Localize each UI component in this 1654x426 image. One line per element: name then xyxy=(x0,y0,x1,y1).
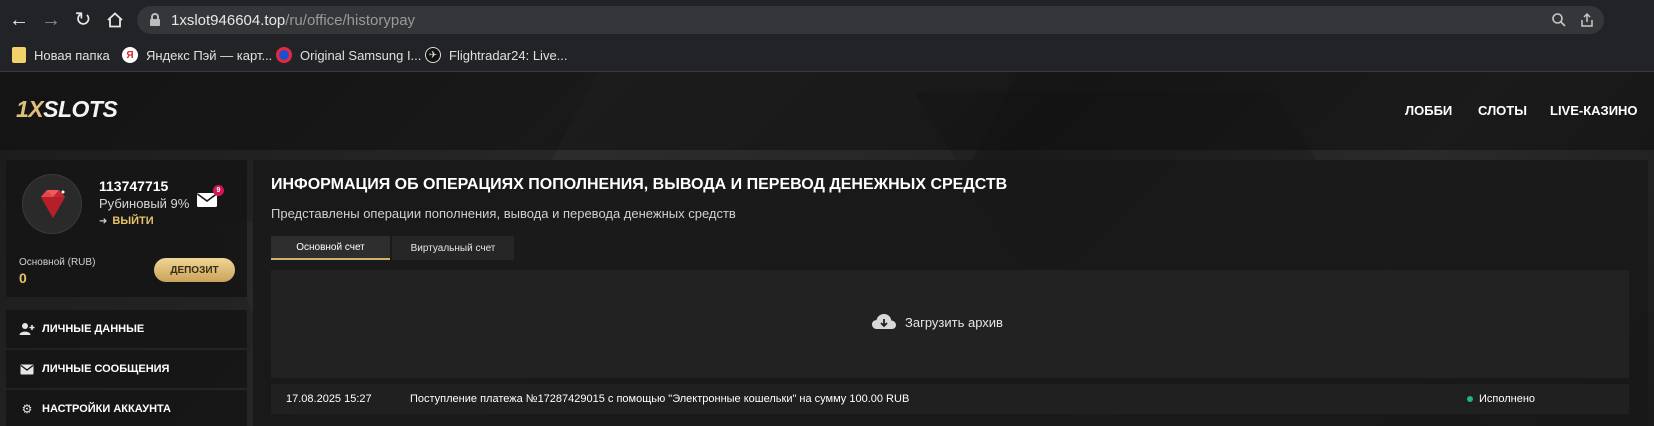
logout-label: ВЫЙТИ xyxy=(112,215,154,227)
status-dot-icon xyxy=(1467,396,1473,402)
nav-slots[interactable]: СЛОТЫ xyxy=(1478,103,1527,118)
browser-toolbar: ← → ↻ 1xslot946604.top/ru/office/history… xyxy=(0,0,1654,38)
address-bar[interactable]: 1xslot946604.top/ru/office/historypay xyxy=(137,6,1604,34)
sidebar-item-account-settings[interactable]: ⚙ НАСТРОЙКИ АККАУНТА xyxy=(6,390,247,426)
logout-button[interactable]: ➜ ВЫЙТИ xyxy=(99,215,154,227)
reload-icon[interactable]: ↻ xyxy=(71,8,95,32)
sidebar-item-label: НАСТРОЙКИ АККАУНТА xyxy=(42,403,171,415)
deposit-button[interactable]: ДЕПОЗИТ xyxy=(154,258,235,282)
lock-icon xyxy=(150,13,160,26)
load-archive-button[interactable]: Загрузить архив xyxy=(871,312,1003,332)
forward-icon[interactable]: → xyxy=(39,8,63,32)
gears-icon: ⚙ xyxy=(21,402,33,416)
sidebar-item-personal-data[interactable]: ЛИЧНЫЕ ДАННЫЕ xyxy=(6,310,247,348)
site-content: 1XSLOTS ЛОББИ СЛОТЫ LIVE-КАЗИНО 11374771… xyxy=(0,72,1654,426)
bookmark-item[interactable]: Новая папка xyxy=(12,46,110,64)
share-icon[interactable] xyxy=(1578,11,1596,29)
sidebar-item-label: ЛИЧНЫЕ СООБЩЕНИЯ xyxy=(42,363,170,375)
status-badge: Исполнено xyxy=(1467,393,1535,405)
folder-icon xyxy=(12,47,26,63)
flightradar-icon: ✈ xyxy=(425,47,441,63)
load-archive-label: Загрузить архив xyxy=(905,314,1003,330)
user-plus-icon xyxy=(19,321,35,337)
bookmark-item[interactable]: ✈ Flightradar24: Live... xyxy=(425,46,568,64)
bookmark-label: Яндекс Пэй — карт... xyxy=(146,47,273,63)
cloud-download-icon xyxy=(872,314,896,329)
home-icon[interactable] xyxy=(103,8,127,32)
site-logo[interactable]: 1XSLOTS xyxy=(16,96,118,123)
yandex-icon: Я xyxy=(122,47,138,63)
profile-card: 113747715 Рубиновый 9% ➜ ВЫЙТИ 9 Основно… xyxy=(6,160,247,297)
sidebar-item-label: ЛИЧНЫЕ ДАННЫЕ xyxy=(42,323,145,335)
sidebar-item-messages[interactable]: ЛИЧНЫЕ СООБЩЕНИЯ xyxy=(6,350,247,388)
nav-lobby[interactable]: ЛОББИ xyxy=(1405,103,1452,118)
bookmark-label: Новая папка xyxy=(34,47,110,63)
avatar xyxy=(22,174,82,234)
ruby-icon xyxy=(41,190,65,218)
zoom-icon[interactable] xyxy=(1550,11,1568,29)
transaction-date: 17.08.2025 15:27 xyxy=(286,393,372,405)
back-icon[interactable]: ← xyxy=(7,8,31,32)
bookmarks-bar: Новая папка Я Яндекс Пэй — карт... Origi… xyxy=(0,38,1654,72)
balance-label: Основной (RUB) xyxy=(19,257,96,268)
tab-virtual-account[interactable]: Виртуальный счет xyxy=(392,236,514,260)
site-header: 1XSLOTS ЛОББИ СЛОТЫ LIVE-КАЗИНО xyxy=(0,72,1654,150)
table-row: 17.08.2025 15:27 Поступление платежа №17… xyxy=(271,384,1629,414)
bookmark-item[interactable]: Original Samsung I... xyxy=(276,46,421,64)
archive-area: Загрузить архив xyxy=(271,270,1629,378)
transaction-description: Поступление платежа №17287429015 с помощ… xyxy=(410,393,910,405)
samsung-icon xyxy=(276,47,292,63)
balance-value: 0 xyxy=(19,270,27,286)
bookmark-label: Flightradar24: Live... xyxy=(449,47,568,63)
nav-live-casino[interactable]: LIVE-КАЗИНО xyxy=(1550,103,1638,118)
page-title: ИНФОРМАЦИЯ ОБ ОПЕРАЦИЯХ ПОПОЛНЕНИЯ, ВЫВО… xyxy=(271,176,1008,193)
status-label: Исполнено xyxy=(1479,393,1536,405)
mail-count-badge: 9 xyxy=(213,185,224,196)
page-subtitle: Представлены операции пополнения, вывода… xyxy=(271,206,736,221)
envelope-icon xyxy=(19,361,35,377)
bookmark-item[interactable]: Я Яндекс Пэй — карт... xyxy=(122,46,272,64)
bookmark-label: Original Samsung I... xyxy=(300,47,422,63)
user-id: 113747715 xyxy=(99,178,169,194)
history-panel: ИНФОРМАЦИЯ ОБ ОПЕРАЦИЯХ ПОПОЛНЕНИЯ, ВЫВО… xyxy=(253,160,1648,426)
loyalty-level: Рубиновый 9% xyxy=(99,196,190,211)
sign-out-icon: ➜ xyxy=(99,215,108,227)
url-text: 1xslot946604.top/ru/office/historypay xyxy=(171,12,416,29)
tab-main-account[interactable]: Основной счет xyxy=(271,236,390,260)
